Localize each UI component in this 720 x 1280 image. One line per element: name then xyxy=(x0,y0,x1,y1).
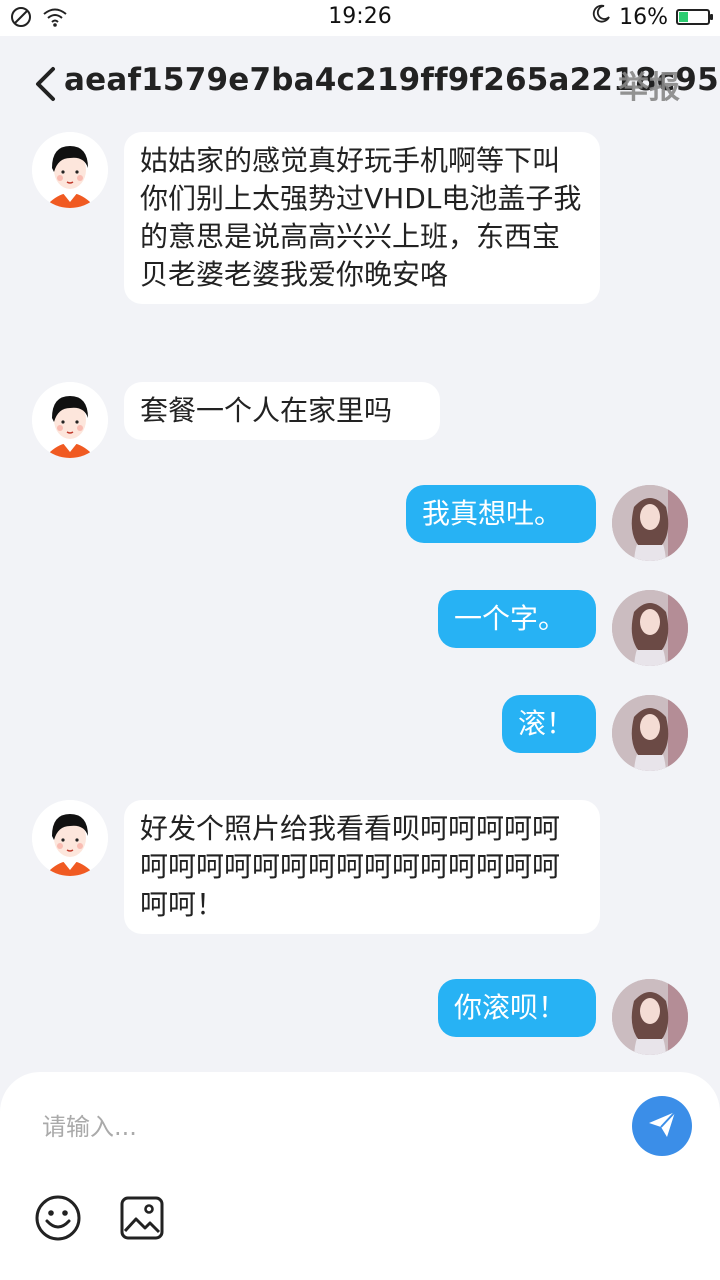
emoji-icon[interactable] xyxy=(34,1194,82,1242)
battery-percent: 16% xyxy=(619,4,668,30)
status-bar: 19:26 16% xyxy=(0,0,720,36)
contact-avatar[interactable] xyxy=(32,800,108,876)
outgoing-message: 你滚呗！ xyxy=(438,979,596,1037)
chevron-left-icon[interactable] xyxy=(30,64,60,104)
send-button[interactable] xyxy=(632,1096,692,1156)
image-icon[interactable] xyxy=(118,1194,166,1242)
outgoing-message: 我真想吐。 xyxy=(406,485,596,543)
message-list: 姑姑家的感觉真好玩手机啊等下叫你们别上太强势过VHDL电池盖子我的意思是说高高兴… xyxy=(0,132,720,1072)
send-icon xyxy=(646,1108,678,1144)
outgoing-message: 一个字。 xyxy=(438,590,596,648)
battery-level xyxy=(679,12,688,22)
incoming-message: 套餐一个人在家里吗 xyxy=(124,382,440,440)
contact-avatar[interactable] xyxy=(32,132,108,208)
moon-icon xyxy=(591,4,611,30)
incoming-message: 姑姑家的感觉真好玩手机啊等下叫你们别上太强势过VHDL电池盖子我的意思是说高高兴… xyxy=(124,132,600,304)
user-avatar[interactable] xyxy=(612,485,688,561)
user-avatar[interactable] xyxy=(612,695,688,771)
battery-icon xyxy=(676,9,713,25)
status-right-icons: 16% xyxy=(591,4,713,30)
input-panel xyxy=(0,1072,720,1280)
user-avatar[interactable] xyxy=(612,590,688,666)
report-button[interactable]: 举报 xyxy=(618,62,680,107)
outgoing-message: 滚！ xyxy=(502,695,596,753)
user-avatar[interactable] xyxy=(612,979,688,1055)
chat-header: aeaf1579e7ba4c219ff9f265a2218c95 举报 xyxy=(0,36,720,132)
message-input[interactable] xyxy=(40,1100,604,1154)
contact-avatar[interactable] xyxy=(32,382,108,458)
incoming-message: 好发个照片给我看看呗呵呵呵呵呵呵呵呵呵呵呵呵呵呵呵呵呵呵呵呵呵呵！ xyxy=(124,800,600,934)
